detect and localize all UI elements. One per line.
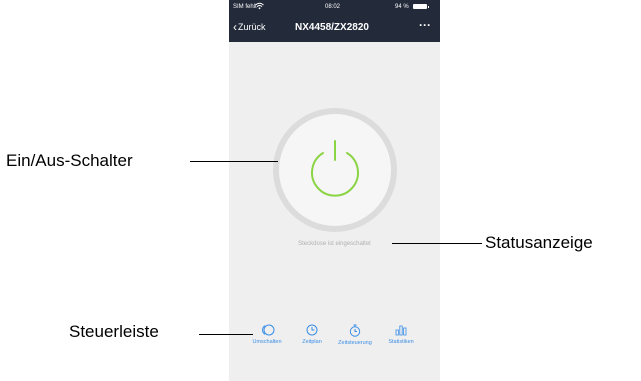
nav-bar: ‹ Zurück NX4458/ZX2820 ··· [229,14,440,42]
bottom-toolbar: Umschalten Zeitplan Zeitsteuerung Statis… [229,324,440,364]
status-bar: SIM fehlt 08:02 94 % [229,0,440,14]
callout-switch-label: Ein/Aus-Schalter [6,151,133,170]
callout-switch-line [190,161,278,162]
toolbar-label: Zeitplan [302,339,322,345]
toolbar-item-statistiken[interactable]: Statistiken [381,324,421,345]
power-icon [311,140,359,197]
chevron-left-icon: ‹ [233,20,237,34]
clock-icon [306,324,318,336]
toolbar-label: Statistiken [388,339,414,345]
battery-icon [413,4,429,9]
battery-percent: 94 % [395,4,409,10]
callout-toolbar-label: Steuerleiste [69,322,159,341]
phone-screen: SIM fehlt 08:02 94 % ‹ Zurück NX4458/ZX2… [229,0,440,381]
toolbar-item-zeitsteuerung[interactable]: Zeitsteuerung [335,324,375,346]
toolbar-item-zeitplan[interactable]: Zeitplan [297,324,327,345]
toolbar-label: Zeitsteuerung [338,340,372,346]
wifi-icon [255,2,264,12]
back-label: Zurück [238,22,266,32]
power-button[interactable] [273,108,397,232]
back-button[interactable]: ‹ Zurück [233,20,266,34]
toggle-icon [262,324,275,336]
callout-status-line [392,243,482,244]
callout-toolbar-line [199,334,253,335]
page-title: NX4458/ZX2820 [295,22,369,33]
toolbar-item-umschalten[interactable]: Umschalten [247,324,287,345]
carrier-label: SIM fehlt [233,4,257,10]
clock-time: 08:02 [325,4,341,10]
callout-status-label: Statusanzeige [485,233,593,252]
more-menu-button[interactable]: ··· [419,18,431,32]
power-button-face [279,114,391,226]
stopwatch-icon [349,324,361,337]
toolbar-label: Umschalten [252,339,282,345]
status-indicator: Steckdose ist eingeschaltet [298,241,371,247]
bar-chart-icon [395,325,407,336]
